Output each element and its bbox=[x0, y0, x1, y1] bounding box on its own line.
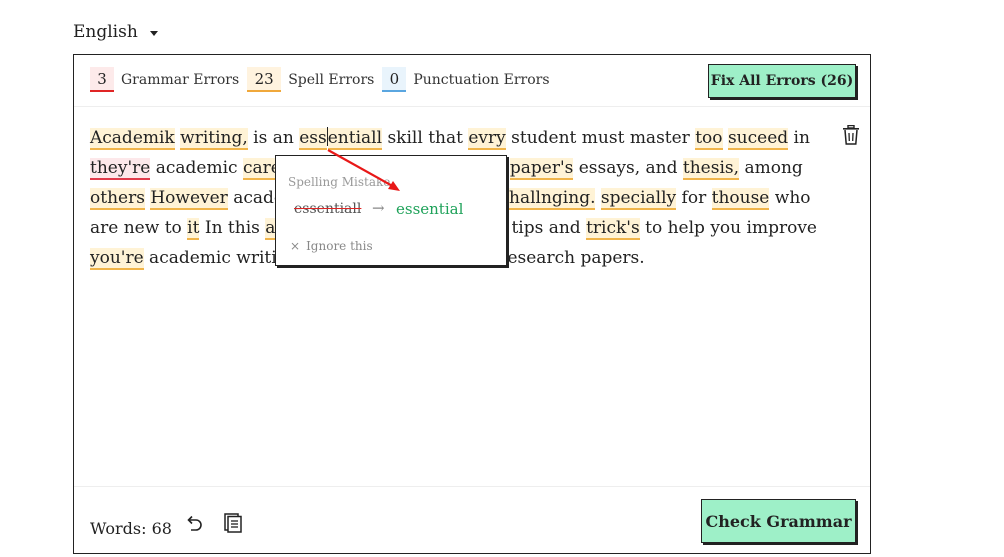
spelling-error-word[interactable]: However bbox=[150, 188, 227, 210]
misspelled-word: essentiall bbox=[294, 201, 361, 217]
editor-text: is an bbox=[248, 128, 299, 148]
popup-title: Spelling Mistake bbox=[288, 175, 390, 189]
check-grammar-button[interactable]: Check Grammar bbox=[701, 499, 856, 543]
spelling-error-word[interactable]: specially bbox=[601, 188, 676, 210]
punctuation-error-label: Punctuation Errors bbox=[413, 72, 549, 88]
spelling-error-word[interactable]: thouse bbox=[712, 188, 770, 210]
grammar-checker-panel: 3 Grammar Errors 23 Spell Errors 0 Punct… bbox=[73, 54, 871, 554]
editor-text: In this bbox=[199, 218, 265, 238]
undo-icon[interactable] bbox=[184, 514, 204, 534]
language-label: English bbox=[73, 22, 138, 42]
spell-error-label: Spell Errors bbox=[288, 72, 374, 88]
spelling-error-word[interactable]: entiall bbox=[328, 128, 382, 150]
language-selector[interactable]: English bbox=[73, 22, 158, 42]
grammar-error-count[interactable]: 3 bbox=[90, 67, 114, 92]
word-count: Words: 68 bbox=[90, 519, 172, 538]
editor-text: to help you improve bbox=[640, 218, 817, 238]
spell-error-count[interactable]: 23 bbox=[247, 67, 281, 92]
spelling-error-word[interactable]: others bbox=[90, 188, 145, 210]
close-icon: × bbox=[290, 239, 300, 253]
spelling-error-word[interactable]: evry bbox=[468, 128, 505, 150]
spelling-error-word[interactable]: ess bbox=[299, 128, 327, 150]
spelling-error-word[interactable]: thesis, bbox=[683, 158, 739, 180]
grammar-error-word[interactable]: they're bbox=[90, 158, 150, 180]
editor-text: in bbox=[788, 128, 810, 148]
fix-all-errors-button[interactable]: Fix All Errors (26) bbox=[708, 64, 856, 98]
editor-text: essays, and bbox=[573, 158, 683, 178]
spelling-error-word[interactable]: trick's bbox=[586, 218, 640, 240]
trash-icon[interactable] bbox=[842, 125, 860, 145]
editor-text: student must master bbox=[506, 128, 695, 148]
error-counts: 3 Grammar Errors 23 Spell Errors 0 Punct… bbox=[90, 67, 558, 92]
caret-down-icon bbox=[150, 31, 158, 36]
grammar-error-label: Grammar Errors bbox=[121, 72, 239, 88]
ignore-button[interactable]: × Ignore this bbox=[290, 239, 373, 253]
spelling-error-word[interactable]: too bbox=[695, 128, 722, 150]
editor-footer: Words: 68 Check Grammar bbox=[74, 486, 870, 557]
spelling-error-word[interactable]: suceed bbox=[728, 128, 788, 150]
punctuation-error-count[interactable]: 0 bbox=[382, 67, 406, 92]
spelling-error-word[interactable]: Academik bbox=[90, 128, 175, 150]
editor-text: skill that bbox=[382, 128, 468, 148]
spelling-error-word[interactable]: it bbox=[187, 218, 199, 240]
spelling-error-word[interactable]: paper's bbox=[510, 158, 573, 180]
spelling-suggestion-popup: Spelling Mistake essentiall → essential … bbox=[275, 155, 507, 266]
suggestion-button[interactable]: essential bbox=[396, 200, 463, 218]
spelling-error-word[interactable]: challnging. bbox=[500, 188, 596, 210]
error-summary-toolbar: 3 Grammar Errors 23 Spell Errors 0 Punct… bbox=[74, 55, 870, 107]
spelling-error-word[interactable]: you're bbox=[90, 248, 144, 270]
arrow-right-icon: → bbox=[372, 199, 385, 217]
ignore-label: Ignore this bbox=[306, 239, 373, 253]
editor-text: for bbox=[676, 188, 711, 208]
spelling-error-word[interactable]: writing, bbox=[180, 128, 248, 150]
editor-text: among bbox=[739, 158, 803, 178]
copy-icon[interactable] bbox=[224, 513, 242, 533]
editor-text: academic bbox=[150, 158, 243, 178]
